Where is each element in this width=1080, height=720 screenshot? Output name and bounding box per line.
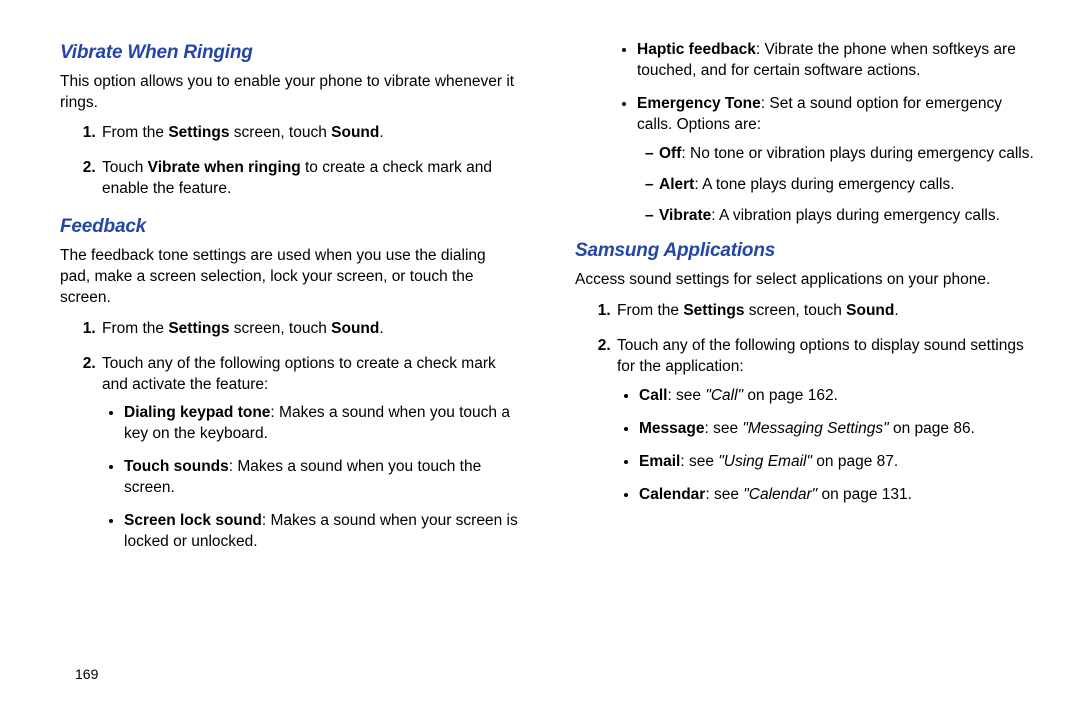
term-settings: Settings bbox=[168, 320, 229, 337]
option-message: Message bbox=[639, 420, 704, 437]
option-call: Call bbox=[639, 387, 667, 404]
feedback-options-list: Dialing keypad tone: Makes a sound when … bbox=[102, 403, 520, 553]
step-text: screen, touch bbox=[744, 302, 846, 319]
step-text: Touch any of the following options to di… bbox=[617, 337, 1024, 375]
list-item: Off: No tone or vibration plays during e… bbox=[645, 144, 1035, 165]
step-item: Touch any of the following options to cr… bbox=[100, 354, 520, 553]
option-desc: : No tone or vibration plays during emer… bbox=[681, 145, 1033, 162]
steps-samsung-apps: From the Settings screen, touch Sound. T… bbox=[575, 301, 1035, 505]
term-sound: Sound bbox=[331, 124, 379, 141]
right-column: Haptic feedback: Vibrate the phone when … bbox=[575, 40, 1035, 567]
option-screen-lock-sound: Screen lock sound bbox=[124, 512, 262, 529]
option-alert: Alert bbox=[659, 176, 694, 193]
option-email: Email bbox=[639, 453, 680, 470]
option-desc: on page 87. bbox=[812, 453, 898, 470]
list-item: Vibrate: A vibration plays during emerge… bbox=[645, 206, 1035, 227]
list-item: Calendar: see "Calendar" on page 131. bbox=[639, 485, 1035, 506]
option-desc: : A vibration plays during emergency cal… bbox=[711, 207, 1000, 224]
section-heading-samsung-apps: Samsung Applications bbox=[575, 238, 1035, 264]
term-settings: Settings bbox=[683, 302, 744, 319]
term-vibrate-when-ringing: Vibrate when ringing bbox=[148, 159, 301, 176]
option-desc: : see bbox=[705, 486, 743, 503]
step-item: From the Settings screen, touch Sound. bbox=[100, 123, 520, 144]
term-sound: Sound bbox=[331, 320, 379, 337]
steps-vibrate: From the Settings screen, touch Sound. T… bbox=[60, 123, 520, 200]
list-item: Message: see "Messaging Settings" on pag… bbox=[639, 419, 1035, 440]
term-settings: Settings bbox=[168, 124, 229, 141]
option-haptic-feedback: Haptic feedback bbox=[637, 41, 756, 58]
option-emergency-tone: Emergency Tone bbox=[637, 95, 761, 112]
section-heading-vibrate: Vibrate When Ringing bbox=[60, 40, 520, 66]
xref-call: "Call" bbox=[705, 387, 743, 404]
option-desc: : see bbox=[704, 420, 742, 437]
step-text: screen, touch bbox=[229, 320, 331, 337]
list-item: Haptic feedback: Vibrate the phone when … bbox=[637, 40, 1035, 82]
step-text: . bbox=[379, 124, 383, 141]
option-desc: on page 131. bbox=[817, 486, 912, 503]
list-item: Screen lock sound: Makes a sound when yo… bbox=[124, 511, 520, 553]
steps-feedback: From the Settings screen, touch Sound. T… bbox=[60, 319, 520, 553]
list-item: Alert: A tone plays during emergency cal… bbox=[645, 175, 1035, 196]
xref-using-email: "Using Email" bbox=[718, 453, 812, 470]
step-text: From the bbox=[102, 320, 168, 337]
option-calendar: Calendar bbox=[639, 486, 705, 503]
list-item: Email: see "Using Email" on page 87. bbox=[639, 452, 1035, 473]
left-column: Vibrate When Ringing This option allows … bbox=[60, 40, 520, 567]
option-desc: : see bbox=[680, 453, 718, 470]
option-vibrate: Vibrate bbox=[659, 207, 711, 224]
step-item: Touch Vibrate when ringing to create a c… bbox=[100, 158, 520, 200]
xref-calendar: "Calendar" bbox=[743, 486, 817, 503]
term-sound: Sound bbox=[846, 302, 894, 319]
option-desc: : A tone plays during emergency calls. bbox=[694, 176, 954, 193]
step-text: Touch any of the following options to cr… bbox=[102, 355, 496, 393]
list-item: Call: see "Call" on page 162. bbox=[639, 386, 1035, 407]
feedback-options-cont: Haptic feedback: Vibrate the phone when … bbox=[575, 40, 1035, 226]
app-options-list: Call: see "Call" on page 162. Message: s… bbox=[617, 386, 1035, 506]
manual-page: Vibrate When Ringing This option allows … bbox=[0, 0, 1080, 587]
option-desc: on page 162. bbox=[743, 387, 838, 404]
step-text: From the bbox=[102, 124, 168, 141]
step-text: From the bbox=[617, 302, 683, 319]
page-number: 169 bbox=[75, 665, 98, 684]
emergency-tone-sublist: Off: No tone or vibration plays during e… bbox=[637, 144, 1035, 227]
xref-messaging-settings: "Messaging Settings" bbox=[742, 420, 888, 437]
option-dialing-keypad-tone: Dialing keypad tone bbox=[124, 404, 270, 421]
section-heading-feedback: Feedback bbox=[60, 214, 520, 240]
option-off: Off bbox=[659, 145, 681, 162]
option-touch-sounds: Touch sounds bbox=[124, 458, 229, 475]
list-item: Touch sounds: Makes a sound when you tou… bbox=[124, 457, 520, 499]
step-text: . bbox=[894, 302, 898, 319]
section-intro-feedback: The feedback tone settings are used when… bbox=[60, 246, 520, 309]
section-intro-vibrate: This option allows you to enable your ph… bbox=[60, 72, 520, 114]
step-item: From the Settings screen, touch Sound. bbox=[615, 301, 1035, 322]
section-intro-samsung-apps: Access sound settings for select applica… bbox=[575, 270, 1035, 291]
option-desc: on page 86. bbox=[889, 420, 975, 437]
option-desc: : see bbox=[667, 387, 705, 404]
step-text: screen, touch bbox=[229, 124, 331, 141]
list-item: Dialing keypad tone: Makes a sound when … bbox=[124, 403, 520, 445]
step-text: . bbox=[379, 320, 383, 337]
step-item: Touch any of the following options to di… bbox=[615, 336, 1035, 506]
list-item: Emergency Tone: Set a sound option for e… bbox=[637, 94, 1035, 227]
step-text: Touch bbox=[102, 159, 148, 176]
step-item: From the Settings screen, touch Sound. bbox=[100, 319, 520, 340]
